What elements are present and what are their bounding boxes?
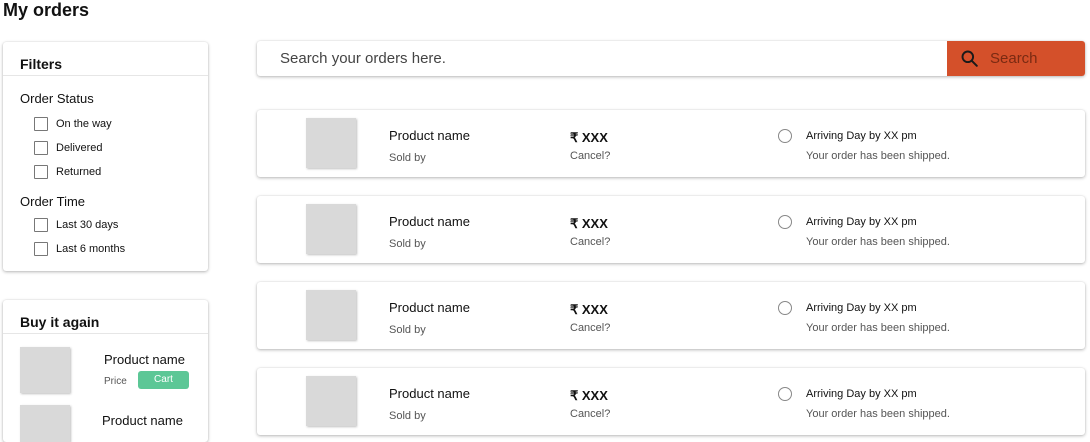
seller: Sold by xyxy=(389,238,426,250)
shipping-message: Your order has been shipped. xyxy=(806,236,950,248)
order-time-title: Order Time xyxy=(20,194,86,209)
filters-title: Filters xyxy=(20,56,63,72)
cancel-link[interactable]: Cancel? xyxy=(570,236,610,248)
filters-panel: Filters Order Status On the way Delivere… xyxy=(3,42,208,271)
filter-returned[interactable]: Returned xyxy=(34,164,101,180)
checkbox[interactable] xyxy=(34,165,48,179)
order-card[interactable]: Product name Sold by ₹ XXX Cancel? Arriv… xyxy=(257,110,1085,177)
product-name: Product name xyxy=(389,386,470,401)
search-bar: Search xyxy=(257,41,1085,76)
search-input[interactable] xyxy=(257,41,947,76)
search-button[interactable]: Search xyxy=(947,41,1085,76)
shipping-message: Your order has been shipped. xyxy=(806,408,950,420)
seller: Sold by xyxy=(389,324,426,336)
order-card[interactable]: Product name Sold by ₹ XXX Cancel? Arriv… xyxy=(257,368,1085,435)
seller: Sold by xyxy=(389,152,426,164)
status-indicator xyxy=(778,129,792,143)
product-thumbnail xyxy=(306,290,356,340)
filter-delivered[interactable]: Delivered xyxy=(34,140,102,156)
arrival-status: Arriving Day by XX pm xyxy=(806,216,917,228)
price: ₹ XXX xyxy=(570,388,608,403)
arrival-status: Arriving Day by XX pm xyxy=(806,302,917,314)
product-price: Price xyxy=(104,376,127,387)
search-button-label: Search xyxy=(990,50,1038,67)
cancel-link[interactable]: Cancel? xyxy=(570,322,610,334)
cancel-link[interactable]: Cancel? xyxy=(570,150,610,162)
filter-label: Last 6 months xyxy=(56,243,126,255)
filter-label: On the way xyxy=(56,118,112,130)
order-card[interactable]: Product name Sold by ₹ XXX Cancel? Arriv… xyxy=(257,196,1085,263)
product-name: Product name xyxy=(389,128,470,143)
divider xyxy=(3,333,208,334)
divider xyxy=(3,75,208,76)
order-status-title: Order Status xyxy=(20,91,94,106)
shipping-message: Your order has been shipped. xyxy=(806,150,950,162)
filter-on-the-way[interactable]: On the way xyxy=(34,116,112,132)
filter-label: Delivered xyxy=(56,142,103,154)
filter-label: Returned xyxy=(56,166,102,178)
arrival-status: Arriving Day by XX pm xyxy=(806,130,917,142)
product-thumbnail xyxy=(306,118,356,168)
product-name: Product name xyxy=(389,300,470,315)
product-name[interactable]: Product name xyxy=(102,413,183,428)
shipping-message: Your order has been shipped. xyxy=(806,322,950,334)
filter-last-30-days[interactable]: Last 30 days xyxy=(34,217,118,233)
checkbox[interactable] xyxy=(34,141,48,155)
product-thumbnail[interactable] xyxy=(20,347,70,393)
price: ₹ XXX xyxy=(570,216,608,231)
product-thumbnail[interactable] xyxy=(20,405,70,442)
search-icon xyxy=(961,50,978,67)
status-indicator xyxy=(778,215,792,229)
add-to-cart-button[interactable]: Cart xyxy=(138,371,189,389)
status-indicator xyxy=(778,387,792,401)
product-thumbnail xyxy=(306,204,356,254)
status-indicator xyxy=(778,301,792,315)
product-thumbnail xyxy=(306,376,356,426)
product-name[interactable]: Product name xyxy=(104,352,185,367)
seller: Sold by xyxy=(389,410,426,422)
order-card[interactable]: Product name Sold by ₹ XXX Cancel? Arriv… xyxy=(257,282,1085,349)
page-title: My orders xyxy=(3,0,90,20)
buy-again-title: Buy it again xyxy=(20,314,100,330)
cancel-link[interactable]: Cancel? xyxy=(570,408,610,420)
buy-again-panel: Buy it again Product name Price Cart Pro… xyxy=(3,300,208,442)
filter-last-6-months[interactable]: Last 6 months xyxy=(34,241,125,257)
checkbox[interactable] xyxy=(34,117,48,131)
checkbox[interactable] xyxy=(34,218,48,232)
price: ₹ XXX xyxy=(570,130,608,145)
product-name: Product name xyxy=(389,214,470,229)
price: ₹ XXX xyxy=(570,302,608,317)
filter-label: Last 30 days xyxy=(56,219,119,231)
checkbox[interactable] xyxy=(34,242,48,256)
arrival-status: Arriving Day by XX pm xyxy=(806,388,917,400)
